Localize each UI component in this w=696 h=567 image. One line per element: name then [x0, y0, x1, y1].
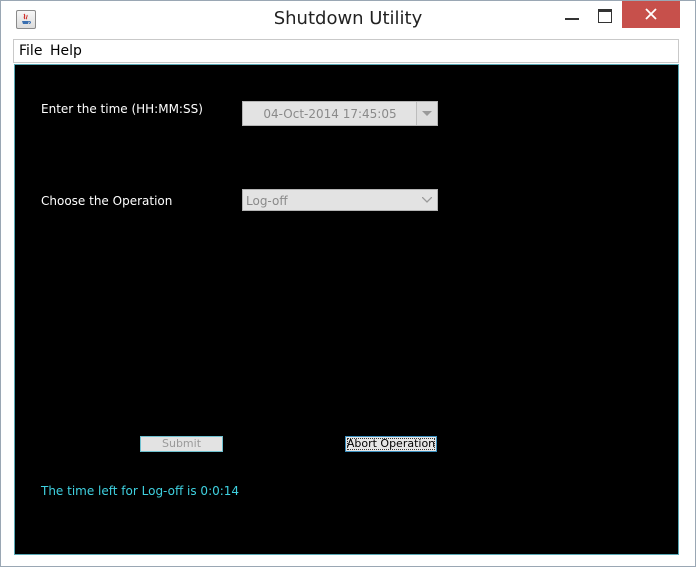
submit-button[interactable]: Submit: [140, 436, 223, 452]
maximize-button[interactable]: [590, 1, 620, 28]
minimize-icon: [565, 18, 579, 20]
menu-bar: File Help: [13, 39, 679, 63]
operation-select-value: Log-off: [246, 194, 288, 208]
close-icon: [645, 8, 657, 20]
minimize-button[interactable]: [557, 1, 587, 28]
status-message: The time left for Log-off is 0:0:14: [41, 484, 240, 498]
main-panel: Enter the time (HH:MM:SS) 04-Oct-2014 17…: [14, 64, 679, 555]
time-label: Enter the time (HH:MM:SS): [41, 102, 203, 116]
abort-operation-button[interactable]: Abort Operation: [345, 436, 437, 452]
operation-label: Choose the Operation: [41, 194, 173, 208]
maximize-icon: [598, 9, 612, 23]
time-spinner[interactable]: 04-Oct-2014 17:45:05: [242, 101, 438, 126]
chevron-down-icon: [422, 111, 432, 116]
close-button[interactable]: [622, 1, 680, 28]
operation-select[interactable]: Log-off: [242, 189, 438, 211]
chevron-down-icon: [422, 197, 432, 203]
app-window: Shutdown Utility File Help Enter the tim…: [0, 0, 696, 567]
spinner-dropdown-button[interactable]: [416, 102, 437, 125]
menu-help[interactable]: Help: [50, 43, 82, 59]
title-bar[interactable]: Shutdown Utility: [1, 1, 695, 39]
menu-file[interactable]: File: [19, 43, 42, 59]
time-spinner-value[interactable]: 04-Oct-2014 17:45:05: [243, 107, 417, 121]
